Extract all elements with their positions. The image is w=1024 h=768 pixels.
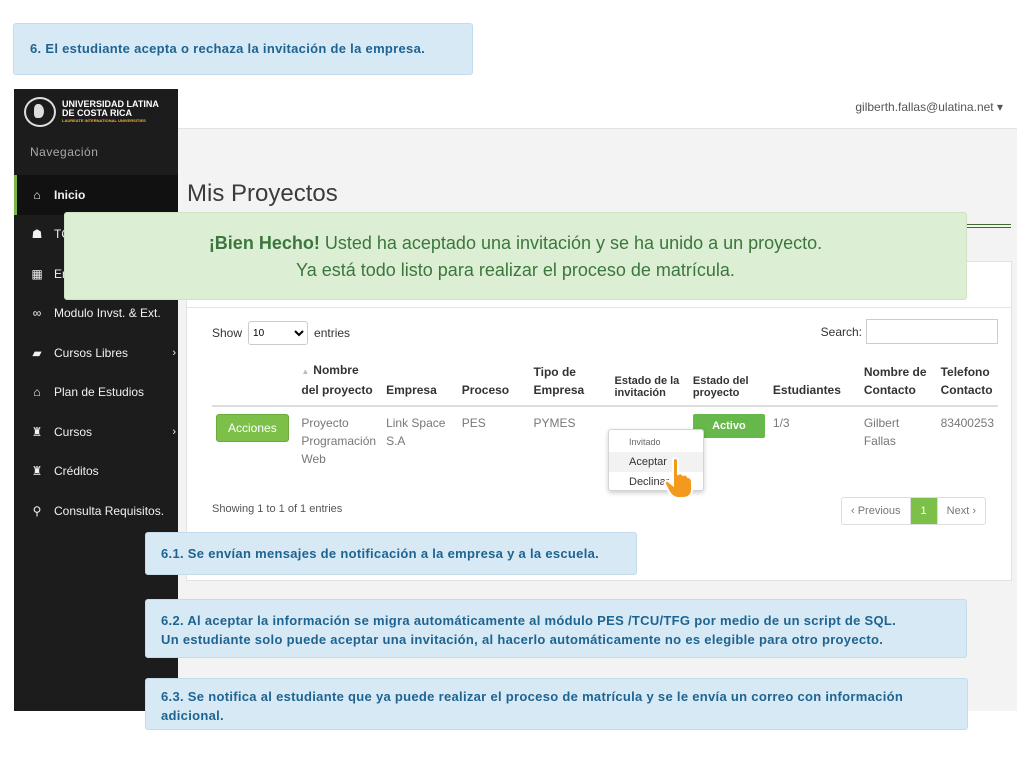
sidebar-item-inicio[interactable]: ⌂ Inicio xyxy=(14,175,178,215)
chevron-right-icon: › xyxy=(172,425,176,438)
dropdown-header: Invitado xyxy=(629,437,661,447)
search-input[interactable] xyxy=(866,319,998,344)
instruction-note-6-2: 6.2. Al aceptar la información se migra … xyxy=(145,599,967,658)
col-estudiantes[interactable]: Estudiantes xyxy=(768,361,860,407)
instruction-note-6: 6. El estudiante acepta o rechaza la inv… xyxy=(13,23,473,75)
page-1-button[interactable]: 1 xyxy=(909,498,937,524)
cell-contacto: Gilbert Fallas xyxy=(863,416,900,448)
logo-line3: LAUREATE INTERNATIONAL UNIVERSITIES xyxy=(62,117,146,123)
book-icon: ▰ xyxy=(32,345,42,360)
search-icon: ⚲ xyxy=(32,503,42,518)
home-icon: ⌂ xyxy=(33,187,41,202)
show-label: Show xyxy=(212,326,243,340)
cell-tipo: PYMES xyxy=(533,416,576,430)
sidebar-item-creditos[interactable]: ♜ Créditos xyxy=(14,452,178,492)
projects-table: ▲ Nombre del proyecto Empresa Proceso Tip… xyxy=(212,361,998,475)
pagination: ‹ Previous 1 Next › xyxy=(840,497,986,525)
cell-estudiantes: 1/3 xyxy=(772,416,790,430)
previous-button[interactable]: ‹ Previous xyxy=(842,498,910,524)
globe-logo-icon xyxy=(24,96,56,127)
chevron-right-icon: › xyxy=(972,505,976,517)
col-telefono[interactable]: Telefono Contacto xyxy=(936,361,998,407)
col-empresa[interactable]: Empresa xyxy=(382,361,458,407)
cell-proceso: PES xyxy=(461,416,486,430)
sidebar-item-cursos[interactable]: ♜ Cursos › xyxy=(14,412,178,452)
logo-line2: DE COSTA RICA xyxy=(62,107,133,118)
col-estado-invitacion[interactable]: Estado de la invitación xyxy=(610,361,689,407)
building-icon: ▦ xyxy=(31,266,43,281)
trophy-icon: ♜ xyxy=(31,464,43,479)
page-title: Mis Proyectos xyxy=(187,180,338,207)
showing-info: Showing 1 to 1 of 1 entries xyxy=(212,503,343,515)
entries-label: entries xyxy=(314,326,351,340)
sidebar-item-plan[interactable]: ⌂ Plan de Estudios xyxy=(14,373,178,413)
col-estado-proyecto[interactable]: Estado del proyecto xyxy=(688,361,769,407)
instruction-note-6-3: 6.3. Se notifica al estudiante que ya pu… xyxy=(145,678,968,730)
next-button[interactable]: Next › xyxy=(936,498,985,524)
cell-proyecto: Proyecto Programación Web xyxy=(301,416,377,466)
sidebar-item-requisitos[interactable]: ⚲ Consulta Requisitos. xyxy=(14,491,178,531)
alert-strong: ¡Bien Hecho! xyxy=(208,233,320,253)
col-nombre-proyecto[interactable]: ▲ Nombre del proyecto xyxy=(297,361,383,407)
glasses-icon: ∞ xyxy=(32,306,42,321)
bank-icon: ⌂ xyxy=(33,385,41,400)
top-bar: gilberth.fallas@ulatina.net ▾ xyxy=(178,89,1017,129)
cell-empresa: Link Space S.A xyxy=(386,416,446,448)
success-alert: ¡Bien Hecho! Usted ha aceptado una invit… xyxy=(64,212,967,300)
search-label: Search: xyxy=(820,324,862,339)
hand-pointer-icon xyxy=(664,457,693,499)
sidebar-item-cursos-libres[interactable]: ▰ Cursos Libres › xyxy=(14,333,178,373)
chevron-right-icon: › xyxy=(172,346,176,359)
instruction-note-6-1: 6.1. Se envían mensajes de notificación … xyxy=(145,532,637,575)
nav-title: Navegación xyxy=(30,145,99,159)
chevron-left-icon: ‹ xyxy=(850,505,855,517)
university-logo: UNIVERSIDAD LATINA DE COSTA RICA LAUREAT… xyxy=(14,89,178,129)
alert-text2: Ya está todo listo para realizar el proc… xyxy=(296,260,735,280)
cell-telefono: 83400253 xyxy=(940,416,994,430)
user-menu[interactable]: gilberth.fallas@ulatina.net ▾ xyxy=(855,100,1003,114)
col-tipo-empresa[interactable]: Tipo de Empresa xyxy=(529,361,611,407)
sort-icon: ▲ xyxy=(301,367,310,376)
alert-text1: Usted ha aceptado una invitación y se ha… xyxy=(324,233,823,253)
entries-select[interactable]: 10 xyxy=(248,321,309,345)
col-contacto[interactable]: Nombre de Contacto xyxy=(859,361,937,407)
trophy-icon: ♜ xyxy=(31,424,43,439)
col-proceso[interactable]: Proceso xyxy=(457,361,530,407)
acciones-button[interactable]: Acciones xyxy=(216,414,289,442)
caret-down-icon: ▾ xyxy=(996,100,1003,114)
graduation-icon: ☗ xyxy=(31,227,43,242)
table-row: Acciones Proyecto Programación Web Link … xyxy=(212,406,998,475)
